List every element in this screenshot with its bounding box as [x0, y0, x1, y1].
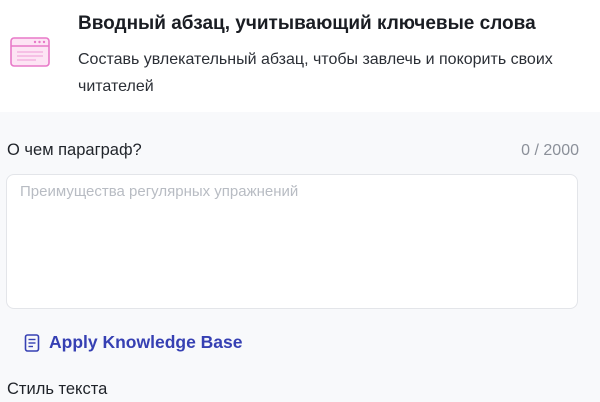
document-icon: [24, 333, 40, 352]
paragraph-topic-input[interactable]: [6, 174, 578, 309]
apply-knowledge-base-label: Apply Knowledge Base: [49, 332, 243, 352]
apply-knowledge-base-button[interactable]: Apply Knowledge Base: [24, 332, 243, 353]
paragraph-topic-label: О чем параграф?: [7, 141, 142, 159]
text-style-label: Стиль текста: [7, 380, 108, 398]
character-counter: 0 / 2000: [521, 142, 579, 159]
tool-header: Вводный абзац, учитывающий ключевые слов…: [0, 0, 600, 112]
tool-title: Вводный абзац, учитывающий ключевые слов…: [78, 13, 536, 34]
browser-window-icon: [10, 37, 50, 67]
tool-description: Составь увлекательный абзац, чтобы завле…: [78, 51, 553, 95]
